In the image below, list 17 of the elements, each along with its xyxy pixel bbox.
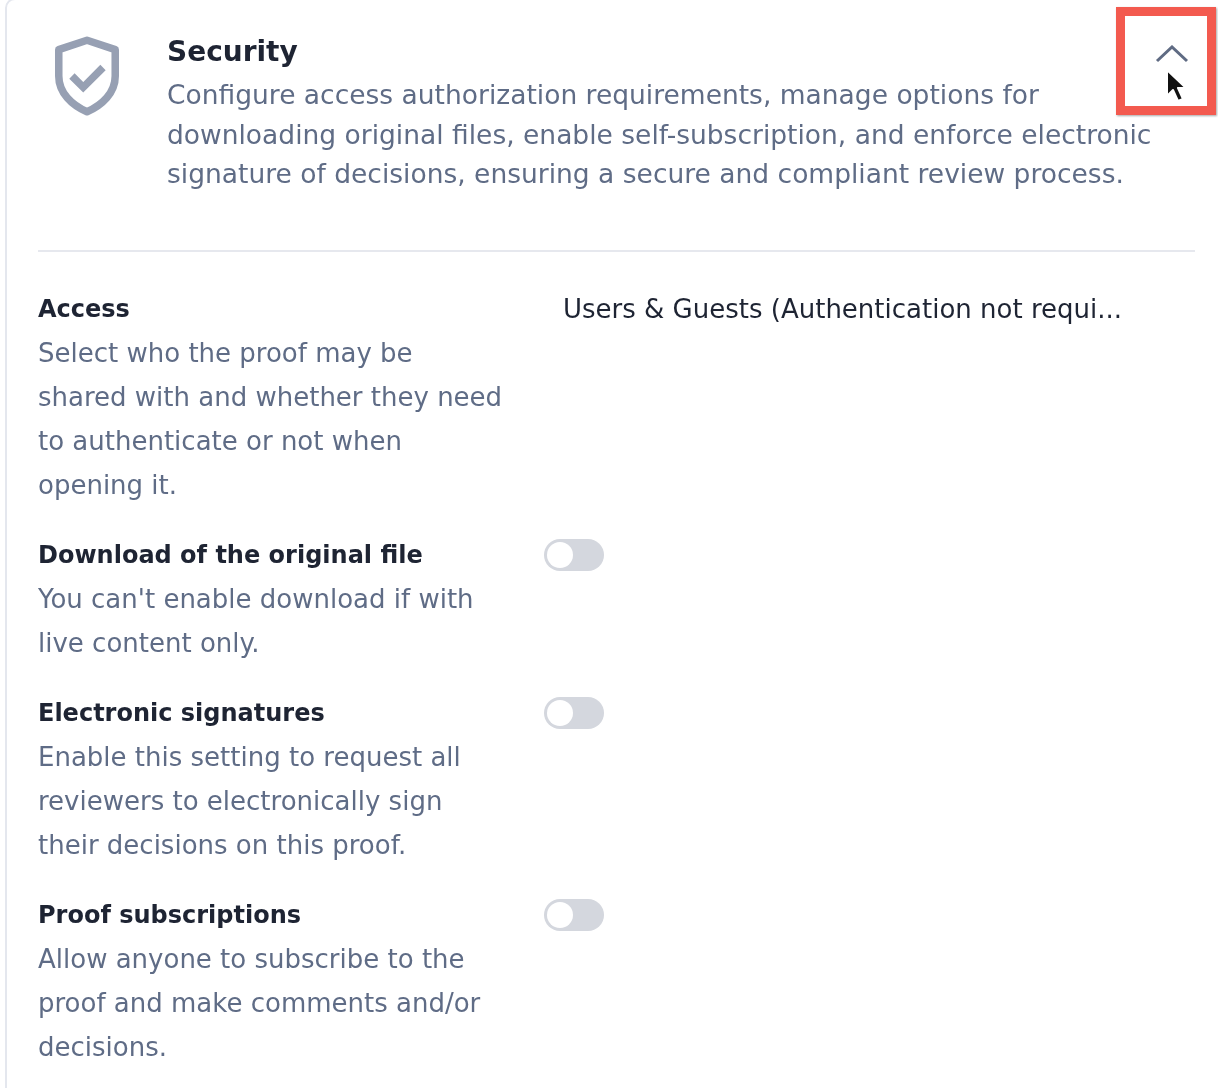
setting-description: Allow anyone to subscribe to the proof and make comments and/or decisions. — [38, 942, 482, 1064]
setting-description: You can't enable download if with live content only. — [38, 582, 475, 660]
setting-label: Access — [38, 293, 131, 325]
section-description: Configure access authorization requirements, manage options for downloading original files, enable self-subscription, and enforce electronic signature of decisions, ensuring a secure and compliant review process. — [167, 78, 1153, 191]
setting-label: Proof subscriptions — [38, 899, 303, 931]
setting-description: Enable this setting to request all reviewers to electronically sign their decisions on this proof. — [38, 740, 462, 862]
toggle-switch[interactable] — [544, 898, 604, 931]
shield-check-icon — [55, 36, 119, 116]
cursor-icon — [1166, 69, 1187, 102]
setting-label: Electronic signatures — [38, 697, 326, 729]
setting-label: Download of the original file — [38, 539, 424, 571]
toggle-switch[interactable] — [544, 696, 604, 729]
chevron-up-icon — [1155, 45, 1189, 63]
setting-description: Select who the proof may be shared with and whether they need to authenticate or not when opening it. — [38, 336, 504, 502]
access-select[interactable]: Users & Guests (Authentication not requi... — [563, 286, 1122, 331]
section-title: Security — [167, 34, 299, 70]
toggle-switch[interactable] — [544, 538, 604, 571]
